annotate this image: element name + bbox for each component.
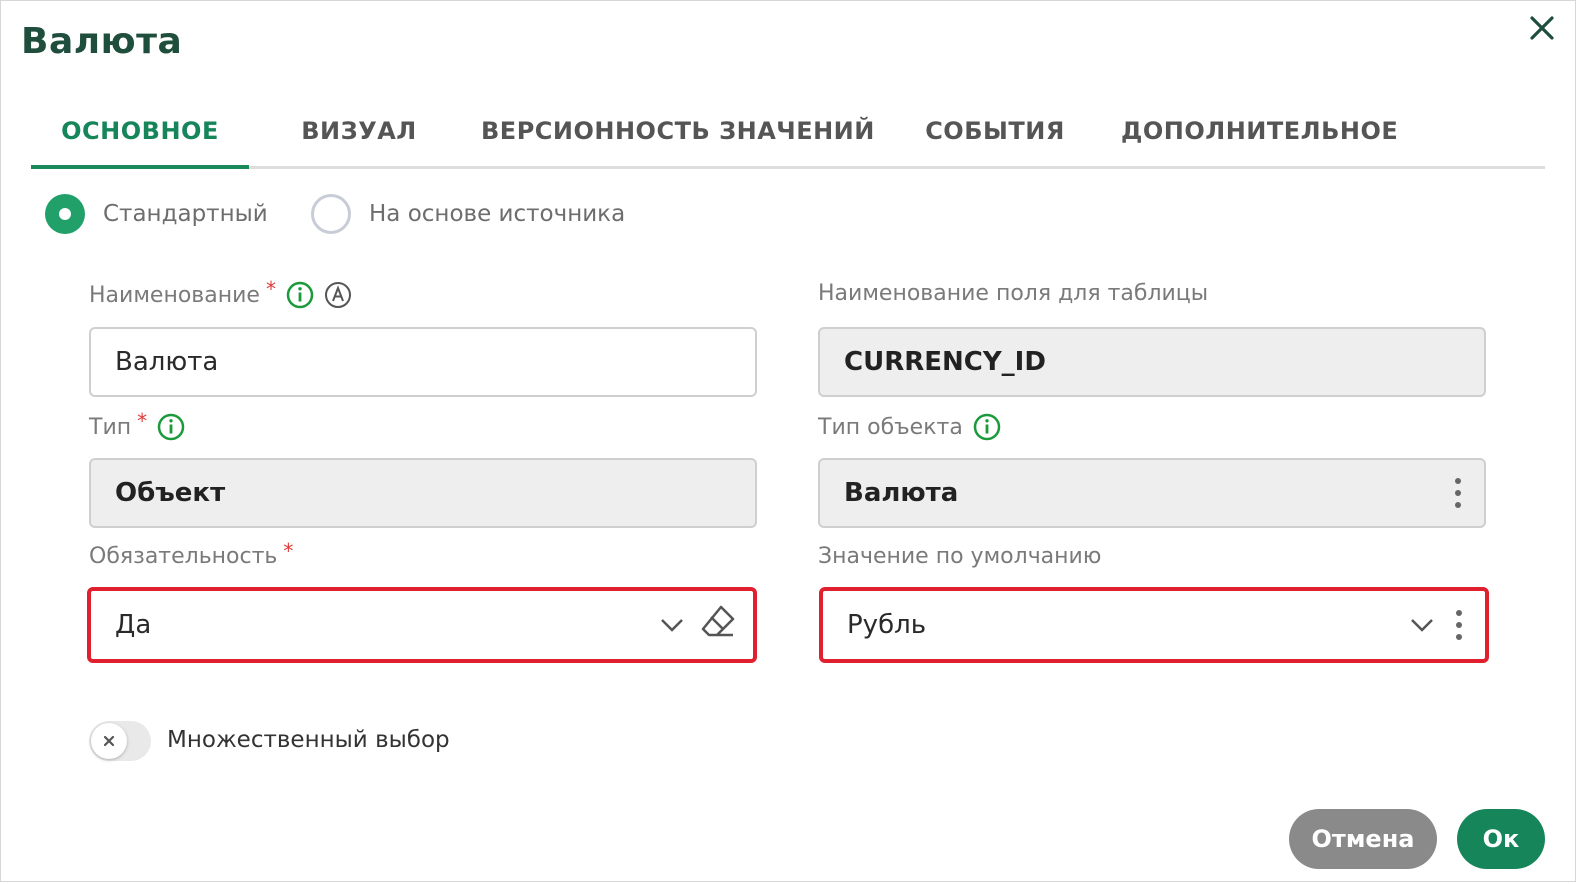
object-type-value: Валюта [844, 478, 959, 508]
mandatory-select[interactable]: Да [87, 587, 757, 663]
object-type-label-row: Тип объекта [818, 413, 1001, 441]
info-icon[interactable] [157, 413, 185, 441]
ok-button[interactable]: Ок [1457, 809, 1545, 869]
required-mark: * [283, 538, 294, 563]
default-value-label: Значение по умолчанию [818, 544, 1102, 569]
mandatory-label: Обязательность [89, 544, 278, 569]
table-field-label-row: Наименование поля для таблицы [818, 281, 1208, 306]
toggle-off-icon [91, 723, 127, 759]
default-value-select-value: Рубль [847, 610, 927, 640]
tab-value-versioning[interactable]: ВЕРСИОННОСТЬ ЗНАЧЕНИЙ [481, 99, 874, 169]
radio-standard[interactable]: Стандартный [45, 194, 268, 234]
table-field-value: CURRENCY_ID [844, 347, 1046, 377]
radio-source-based[interactable]: На основе источника [311, 194, 625, 234]
type-field-value: Объект [115, 478, 226, 508]
name-label-row: Наименование * [89, 277, 352, 309]
chevron-down-icon[interactable] [1409, 610, 1435, 640]
default-value-label-row: Значение по умолчанию [818, 544, 1101, 569]
radio-source-label: На основе источника [369, 201, 626, 227]
default-value-select[interactable]: Рубль [819, 587, 1489, 663]
type-label-row: Тип * [89, 409, 185, 441]
table-field-label: Наименование поля для таблицы [818, 281, 1209, 306]
dialog-title: Валюта [21, 21, 183, 62]
more-options-icon[interactable] [1449, 610, 1469, 640]
multi-select-label: Множественный выбор [167, 727, 450, 753]
object-type-label: Тип объекта [818, 414, 963, 440]
mandatory-label-row: Обязательность * [89, 539, 293, 570]
more-options-icon[interactable] [1448, 478, 1468, 508]
active-tab-indicator [31, 165, 249, 169]
required-mark: * [137, 409, 148, 433]
object-type-field: Валюта [818, 458, 1486, 528]
tab-events[interactable]: СОБЫТИЯ [909, 99, 1081, 169]
name-input[interactable]: Валюта [89, 327, 757, 397]
name-input-value: Валюта [115, 347, 219, 377]
dialog: Валюта ОСНОВНОЕ ВИЗУАЛ ВЕРСИОННОСТЬ ЗНАЧ… [0, 0, 1576, 882]
info-icon[interactable] [286, 281, 314, 309]
tab-visual[interactable]: ВИЗУАЛ [269, 99, 449, 169]
close-icon [1530, 16, 1554, 40]
tab-bar: ОСНОВНОЕ ВИЗУАЛ ВЕРСИОННОСТЬ ЗНАЧЕНИЙ СО… [31, 99, 1545, 169]
tab-additional[interactable]: ДОПОЛНИТЕЛЬНОЕ [1121, 99, 1398, 169]
name-label: Наименование [89, 282, 260, 308]
chevron-down-icon[interactable] [659, 610, 685, 640]
radio-checked-icon [45, 194, 85, 234]
auto-translate-icon[interactable] [324, 281, 352, 309]
close-button[interactable] [1525, 11, 1559, 45]
required-mark: * [265, 277, 276, 301]
mandatory-select-value: Да [115, 610, 152, 640]
radio-standard-label: Стандартный [103, 201, 268, 227]
tab-main[interactable]: ОСНОВНОЕ [31, 99, 249, 169]
cancel-button[interactable]: Отмена [1289, 809, 1437, 869]
type-label: Тип [89, 414, 132, 440]
type-field: Объект [89, 458, 757, 528]
eraser-icon[interactable] [699, 603, 737, 648]
multi-select-toggle[interactable] [89, 721, 151, 761]
table-field-input: CURRENCY_ID [818, 327, 1486, 397]
info-icon[interactable] [973, 413, 1001, 441]
radio-unchecked-icon [311, 194, 351, 234]
